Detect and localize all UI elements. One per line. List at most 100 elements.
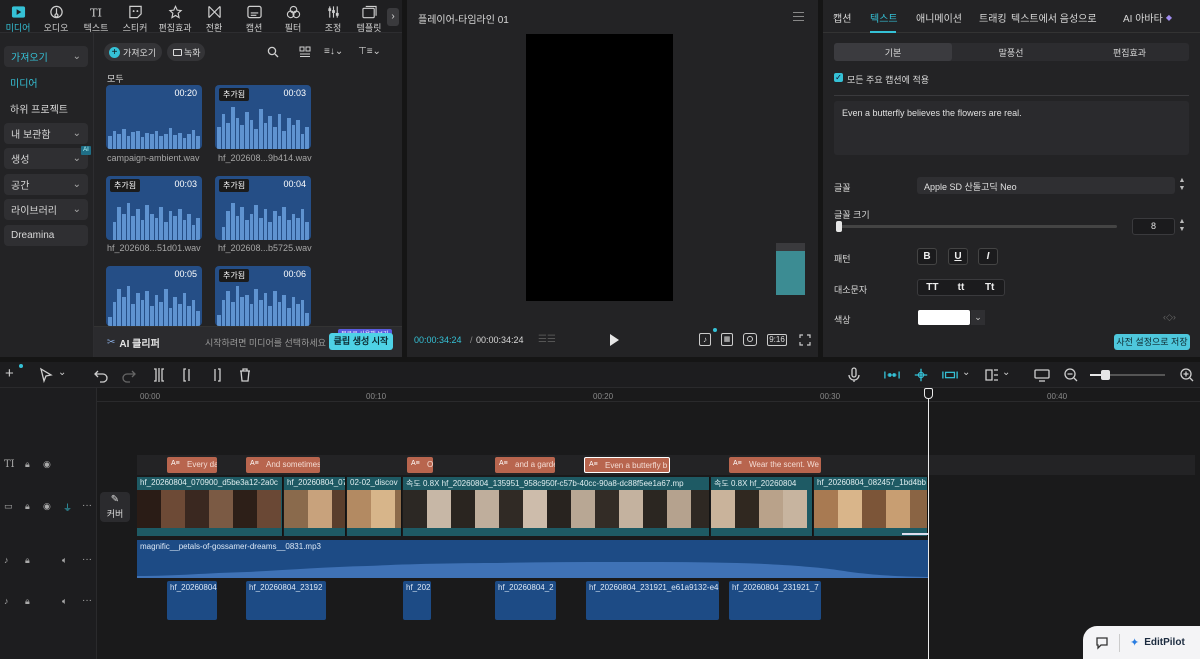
transition-handle[interactable] — [902, 533, 928, 535]
zoom-in-button[interactable] — [1179, 367, 1195, 383]
font-size-input[interactable]: 8 — [1132, 218, 1175, 235]
chevron-down-icon[interactable]: ⌄ — [1002, 367, 1018, 383]
caption-clip-selected[interactable]: Even a butterfly b — [584, 457, 670, 473]
sidebar-item-space[interactable]: 공간 ⌄ — [4, 174, 88, 195]
search-icon[interactable] — [267, 46, 279, 58]
tab-filter[interactable]: 필터 — [273, 4, 313, 34]
play-button[interactable] — [608, 333, 620, 347]
video-clip[interactable]: hf_20260804_082457_1bd4bb — [814, 477, 928, 536]
tab-text[interactable]: 텍스트 — [870, 10, 898, 25]
media-thumb[interactable]: 00:20 — [106, 85, 202, 149]
audio-clip[interactable]: hf_20260804_231921_7 — [729, 581, 821, 620]
zoom-slider-knob[interactable] — [1101, 370, 1110, 380]
feedback-icon[interactable] — [1095, 636, 1109, 650]
trim-right-button[interactable] — [208, 367, 224, 383]
underline-button[interactable]: U — [948, 248, 968, 265]
video-preview[interactable] — [526, 34, 673, 301]
color-dropdown-icon[interactable]: ⌄ — [971, 310, 985, 325]
video-clip[interactable]: 속도 0.8X hf_20260804_135951_958c950f-c57b… — [403, 477, 710, 536]
subtab-effects[interactable]: 편집효과 — [1070, 43, 1189, 61]
screenshot-icon[interactable] — [743, 333, 757, 346]
sidebar-item-subproject[interactable]: 하위 프로젝트 — [10, 101, 68, 116]
volume-icon[interactable]: 🔈︎ — [62, 555, 67, 566]
trim-left-button[interactable] — [180, 367, 196, 383]
tab-caption[interactable]: 캡션 — [234, 4, 274, 34]
auto-ripple-button[interactable] — [942, 367, 960, 383]
audio-sync-icon[interactable]: ⏚ — [63, 501, 72, 514]
lock-icon[interactable]: 🔒︎ — [25, 459, 30, 470]
media-thumb[interactable]: 추가됨 00:06 — [215, 266, 311, 326]
tab-tracking[interactable]: 트래킹 — [979, 10, 1007, 25]
aspect-ratio-button[interactable]: 9:16 — [767, 334, 787, 346]
tab-sticker[interactable]: 스티커 — [115, 4, 155, 34]
generate-clip-button[interactable]: 클립 생성 시작 — [329, 333, 393, 350]
more-icon[interactable]: ··· — [82, 554, 92, 565]
font-size-stepper-icon[interactable]: ▲ ▼ — [1176, 218, 1188, 235]
add-track-button[interactable]: + — [5, 366, 21, 383]
video-clip[interactable]: 속도 0.8X hf_20260804 — [711, 477, 813, 536]
track-view-button[interactable] — [1034, 367, 1050, 383]
video-clip[interactable]: hf_20260804_07 — [284, 477, 346, 536]
tab-caption[interactable]: 캡션 — [833, 10, 851, 25]
caption-clip[interactable]: Or — [407, 457, 433, 473]
lowercase-button[interactable]: tt — [947, 280, 976, 295]
audio-clip[interactable]: hf_20260804_23192 — [246, 581, 326, 620]
sidebar-item-collection[interactable]: 내 보관함 ⌄ — [4, 123, 88, 144]
audio-clip[interactable]: hf_202 — [403, 581, 431, 620]
media-thumb[interactable]: 추가됨 00:03 — [215, 85, 311, 149]
font-size-slider-knob[interactable] — [836, 221, 842, 232]
caption-clip[interactable]: Every da — [167, 457, 217, 473]
tab-template[interactable]: 템플릿 — [352, 4, 386, 34]
subtab-basic[interactable]: 기본 — [834, 43, 952, 61]
playhead[interactable] — [928, 388, 929, 659]
filter-funnel-icon[interactable]: ⊤≡⌄ — [358, 46, 381, 58]
font-stepper-icon[interactable]: ▲ ▼ — [1176, 177, 1188, 194]
lock-icon[interactable]: 🔒︎ — [25, 596, 30, 607]
eye-icon[interactable]: ◉ — [43, 459, 51, 470]
quality-icon[interactable]: ▦ — [721, 333, 733, 346]
font-size-slider[interactable] — [836, 221, 1117, 232]
bold-button[interactable]: B — [917, 248, 937, 265]
editpilot-widget[interactable]: ✦ EditPilot — [1083, 626, 1200, 659]
lock-icon[interactable]: 🔒︎ — [25, 501, 30, 512]
playhead-handle[interactable] — [924, 388, 933, 399]
eye-icon[interactable]: ◉ — [43, 501, 51, 512]
color-swatch[interactable] — [918, 310, 970, 325]
caption-text-input[interactable]: Even a butterfly believes the flowers ar… — [834, 101, 1189, 155]
media-thumb[interactable]: 추가됨 00:03 — [106, 176, 202, 240]
undo-button[interactable] — [93, 367, 109, 383]
split-button[interactable] — [151, 367, 167, 383]
mic-button[interactable] — [846, 367, 862, 383]
redo-button[interactable] — [121, 367, 137, 383]
tab-animation[interactable]: 애니메이션 — [916, 10, 962, 25]
keyframe-nav-icon[interactable]: ‹◇› — [1163, 312, 1189, 324]
import-button[interactable]: + 가져오기 — [104, 43, 162, 61]
tab-transition[interactable]: 전환 — [194, 4, 234, 34]
cover-button[interactable]: ✎ 커버 — [100, 492, 130, 522]
volume-icon[interactable]: 🔈︎ — [62, 596, 67, 607]
ai-clipper-label[interactable]: ✂ AI 클리퍼 — [107, 335, 160, 350]
uppercase-button[interactable]: TT — [918, 280, 947, 295]
sort-icon[interactable]: ≡↓⌄ — [324, 46, 346, 58]
tab-audio[interactable]: 오디오 — [36, 4, 76, 34]
sidebar-item-dreamina[interactable]: Dreamina — [4, 225, 88, 246]
music-clip[interactable]: magnific__petals-of-gossamer-dreams__083… — [137, 540, 928, 578]
select-tool-button[interactable] — [38, 367, 54, 384]
video-clip[interactable]: hf_20260804_070900_d5be3a12-2a0c — [137, 477, 283, 536]
tab-tts[interactable]: 텍스트에서 음성으로 — [1011, 10, 1097, 25]
player-menu-icon[interactable] — [793, 12, 804, 21]
font-select[interactable]: Apple SD 산돌고딕 Neo — [917, 177, 1175, 194]
titlecase-button[interactable]: Tt — [975, 280, 1004, 295]
caption-clip[interactable]: and a garde — [495, 457, 555, 473]
grid-view-icon[interactable] — [299, 46, 311, 58]
tab-effects[interactable]: 편집효과 — [155, 4, 195, 34]
caption-clip[interactable]: And sometimes — [246, 457, 320, 473]
sidebar-item-library[interactable]: 라이브러리 ⌄ — [4, 199, 88, 220]
zoom-slider[interactable] — [1090, 370, 1165, 380]
audio-clip[interactable]: hf_20260804_2 — [495, 581, 556, 620]
media-thumb[interactable]: 추가됨 00:04 — [215, 176, 311, 240]
more-icon[interactable]: ··· — [82, 595, 92, 606]
snap-button[interactable] — [913, 367, 931, 383]
lock-icon[interactable]: 🔒︎ — [25, 555, 30, 566]
delete-button[interactable] — [237, 367, 253, 383]
